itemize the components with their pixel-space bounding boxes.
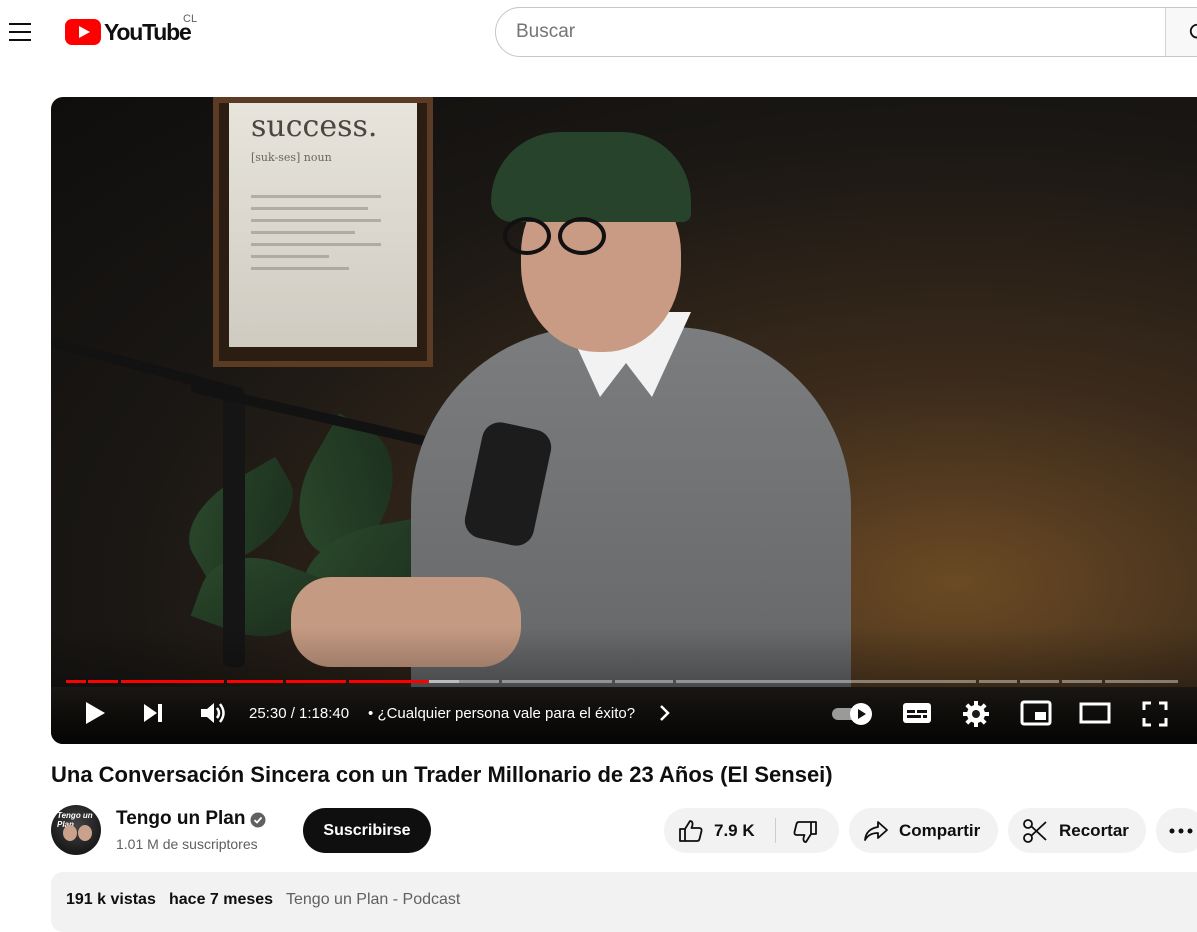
channel-name[interactable]: Tengo un Plan [116, 808, 245, 830]
verified-badge-icon [250, 812, 266, 828]
more-icon [1169, 828, 1193, 833]
share-button[interactable]: Compartir [849, 808, 998, 853]
share-label: Compartir [899, 820, 981, 840]
clip-button[interactable]: Recortar [1008, 808, 1146, 853]
scissors-icon [1023, 818, 1047, 843]
chapter-title[interactable]: • ¿Cualquier persona vale para el éxito? [368, 705, 635, 722]
subscriber-count: 1.01 M de suscriptores [116, 836, 258, 852]
volume-icon[interactable] [199, 700, 227, 726]
like-count: 7.9 K [714, 821, 755, 840]
wall-poster: success. [suk-ses] noun [213, 97, 433, 367]
dislike-button[interactable] [776, 808, 839, 853]
description-tag[interactable]: Tengo un Plan - Podcast [286, 891, 460, 909]
channel-avatar[interactable]: Tengo un Plan [51, 805, 101, 855]
settings-gear-icon[interactable] [962, 700, 990, 728]
upload-date: hace 7 meses [169, 891, 274, 908]
time-display: 25:30 / 1:18:40 [249, 705, 350, 722]
video-player[interactable]: success. [suk-ses] noun 25:30 / 1:18:40 … [51, 97, 1197, 744]
like-dislike-group: 7.9 K [664, 808, 839, 853]
description-box[interactable]: 191 k vistas hace 7 meses Tengo un Plan … [51, 872, 1197, 932]
subscribe-button[interactable]: Suscribirse [303, 808, 431, 853]
search-icon [1189, 23, 1197, 39]
search-button[interactable] [1165, 7, 1197, 57]
autoplay-toggle[interactable] [831, 702, 875, 726]
menu-icon[interactable] [6, 18, 36, 46]
like-button[interactable]: 7.9 K [664, 808, 775, 853]
subtitles-icon[interactable] [902, 700, 932, 726]
top-bar: YouTube CL [0, 0, 1197, 64]
youtube-play-icon [65, 19, 101, 45]
search-bar [495, 7, 1175, 57]
thumbs-down-icon [793, 821, 817, 843]
clip-label: Recortar [1059, 820, 1129, 840]
poster-subtitle: [suk-ses] noun [251, 151, 332, 164]
play-icon[interactable] [83, 700, 107, 726]
poster-title: success. [251, 109, 378, 144]
share-icon [864, 820, 888, 841]
chapter-bullet: • [368, 705, 374, 722]
cap [491, 132, 691, 222]
country-code: CL [183, 13, 198, 25]
thumbs-up-icon [679, 820, 703, 842]
player-controls: 25:30 / 1:18:40 • ¿Cualquier persona val… [51, 694, 1197, 734]
next-icon[interactable] [141, 700, 165, 726]
fullscreen-icon[interactable] [1141, 700, 1169, 728]
video-title: Una Conversación Sincera con un Trader M… [51, 762, 833, 787]
chevron-right-icon[interactable] [658, 703, 672, 723]
view-count: 191 k vistas [66, 891, 156, 908]
miniplayer-icon[interactable] [1020, 700, 1052, 726]
search-input[interactable] [516, 8, 1116, 56]
theater-mode-icon[interactable] [1079, 700, 1111, 726]
progress-bar[interactable] [66, 680, 1186, 683]
youtube-logo[interactable]: YouTube [65, 18, 192, 46]
chapter-label: ¿Cualquier persona vale para el éxito? [377, 705, 636, 722]
more-actions-button[interactable] [1156, 808, 1197, 853]
avatar-text: Tengo un Plan [57, 811, 93, 829]
logo-text: YouTube [104, 18, 192, 45]
